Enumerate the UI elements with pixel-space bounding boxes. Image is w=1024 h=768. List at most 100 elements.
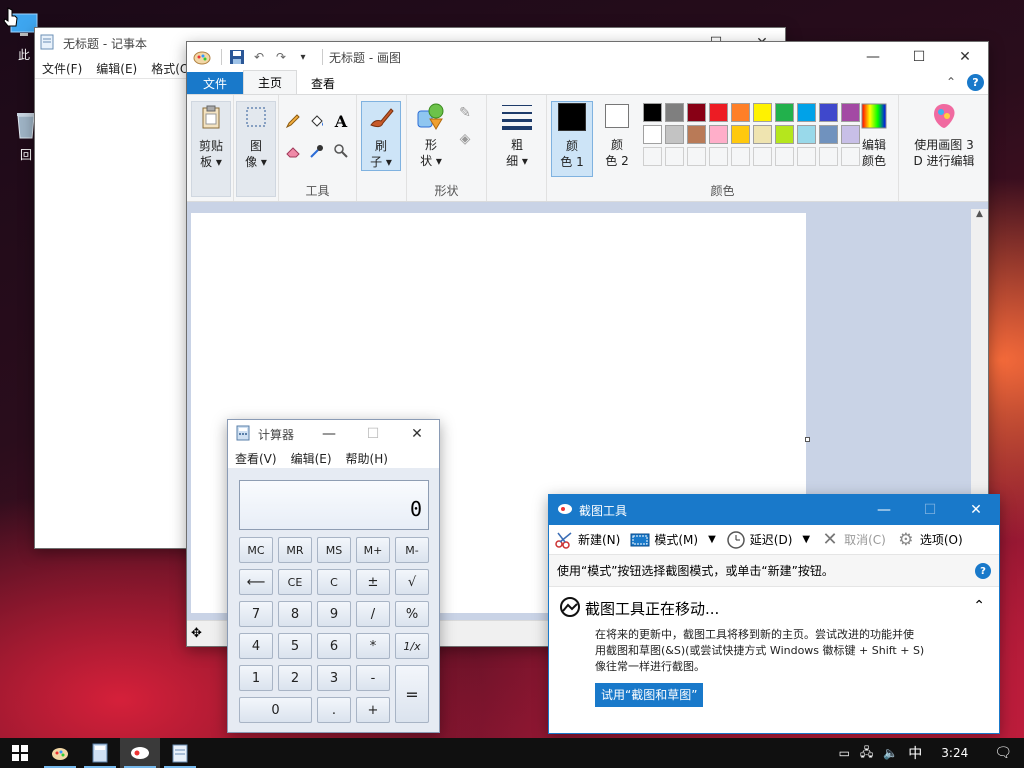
minimize-button[interactable]: — xyxy=(307,419,351,449)
mr-button[interactable]: MR xyxy=(278,537,312,563)
calculator-window[interactable]: 计算器 — ☐ ✕ 查看(V) 编辑(E) 帮助(H) 0 MC MR MS M… xyxy=(227,419,440,733)
decimal-button[interactable]: . xyxy=(317,697,351,723)
palette-swatch[interactable] xyxy=(753,125,772,144)
save-icon[interactable] xyxy=(228,48,246,66)
clock[interactable]: 3:24 xyxy=(927,746,982,760)
palette-swatch[interactable] xyxy=(775,125,794,144)
delay-dropdown-icon[interactable]: ▼ xyxy=(802,534,810,545)
digit-0-button[interactable]: 0 xyxy=(239,697,312,723)
mc-button[interactable]: MC xyxy=(239,537,273,563)
taskbar-notepad[interactable] xyxy=(160,738,200,768)
delay-button[interactable]: 延迟(D) ▼ xyxy=(721,525,815,555)
maximize-button[interactable]: ☐ xyxy=(351,419,395,449)
ce-button[interactable]: CE xyxy=(278,569,312,595)
outline-icon[interactable]: ✎ xyxy=(455,103,475,123)
help-icon[interactable]: ? xyxy=(967,74,984,91)
network-icon[interactable]: 🖧 xyxy=(855,743,878,764)
magnifier-icon[interactable] xyxy=(331,141,351,161)
menu-view[interactable]: 查看(V) xyxy=(228,450,284,467)
minimize-button[interactable]: — xyxy=(850,42,896,72)
digit-6-button[interactable]: 6 xyxy=(317,633,351,659)
options-button[interactable]: ⚙ 选项(O) xyxy=(891,525,968,555)
multiply-button[interactable]: * xyxy=(356,633,390,659)
maximize-button[interactable]: ☐ xyxy=(907,495,953,525)
color-picker-icon[interactable] xyxy=(307,141,327,161)
digit-4-button[interactable]: 4 xyxy=(239,633,273,659)
digit-3-button[interactable]: 3 xyxy=(317,665,351,691)
palette-swatch[interactable] xyxy=(775,103,794,122)
taskbar-calculator[interactable] xyxy=(80,738,120,768)
palette-swatch[interactable] xyxy=(797,103,816,122)
ms-button[interactable]: MS xyxy=(317,537,351,563)
digit-8-button[interactable]: 8 xyxy=(278,601,312,627)
palette-swatch[interactable] xyxy=(819,125,838,144)
pencil-icon[interactable] xyxy=(283,111,303,131)
resize-handle[interactable] xyxy=(805,437,810,442)
palette-swatch[interactable] xyxy=(643,103,662,122)
palette-swatch[interactable] xyxy=(753,147,772,166)
redo-icon[interactable]: ↷ xyxy=(272,48,290,66)
paint-titlebar[interactable]: ↶ ↷ ▾ 无标题 - 画图 — ☐ ✕ xyxy=(187,42,988,72)
calculator-titlebar[interactable]: 计算器 — ☐ ✕ xyxy=(228,420,439,448)
minimize-button[interactable]: — xyxy=(861,495,907,525)
subtract-button[interactable]: - xyxy=(356,665,390,691)
equals-button[interactable]: = xyxy=(395,665,429,723)
percent-button[interactable]: % xyxy=(395,601,429,627)
palette-swatch[interactable] xyxy=(687,147,706,166)
add-button[interactable]: + xyxy=(356,697,390,723)
fill-bucket-icon[interactable] xyxy=(307,111,327,131)
maximize-button[interactable]: ☐ xyxy=(896,42,942,72)
m-minus-button[interactable]: M- xyxy=(395,537,429,563)
battery-icon[interactable]: ▭ xyxy=(834,746,855,760)
taskbar-snipping-tool[interactable] xyxy=(120,738,160,768)
close-button[interactable]: ✕ xyxy=(953,495,999,525)
palette-swatch[interactable] xyxy=(731,103,750,122)
volume-icon[interactable]: 🔈 xyxy=(878,746,903,760)
palette-swatch[interactable] xyxy=(797,125,816,144)
brushes-button[interactable]: 刷 子 ▾ xyxy=(361,101,401,171)
ime-indicator[interactable]: 中 xyxy=(903,743,927,763)
palette-swatch[interactable] xyxy=(709,125,728,144)
c-button[interactable]: C xyxy=(317,569,351,595)
m-plus-button[interactable]: M+ xyxy=(356,537,390,563)
menu-file[interactable]: 文件(F) xyxy=(35,60,89,77)
palette-swatch[interactable] xyxy=(709,147,728,166)
snipping-tool-window[interactable]: 截图工具 — ☐ ✕ 新建(N) 模式(M) ▼ 延迟(D) ▼ ✕ 取消(C)… xyxy=(548,494,1000,734)
size-button[interactable]: 粗 细 ▾ xyxy=(497,101,537,197)
snipping-tool-titlebar[interactable]: 截图工具 — ☐ ✕ xyxy=(549,495,999,525)
eraser-icon[interactable] xyxy=(283,141,303,161)
menu-edit[interactable]: 编辑(E) xyxy=(89,60,144,77)
cancel-button[interactable]: ✕ 取消(C) xyxy=(815,525,891,555)
palette-swatch[interactable] xyxy=(687,103,706,122)
tab-view[interactable]: 查看 xyxy=(297,72,349,94)
mode-dropdown-icon[interactable]: ▼ xyxy=(708,534,716,545)
digit-2-button[interactable]: 2 xyxy=(278,665,312,691)
palette-swatch[interactable] xyxy=(753,103,772,122)
new-snip-button[interactable]: 新建(N) xyxy=(549,525,625,555)
plus-minus-button[interactable]: ± xyxy=(356,569,390,595)
reciprocal-button[interactable]: 1/x xyxy=(395,633,429,659)
help-icon[interactable]: ? xyxy=(975,563,991,579)
palette-swatch[interactable] xyxy=(643,147,662,166)
close-button[interactable]: ✕ xyxy=(942,42,988,72)
fill-icon[interactable]: ◈ xyxy=(455,129,475,149)
menu-help[interactable]: 帮助(H) xyxy=(339,450,395,467)
tab-home[interactable]: 主页 xyxy=(243,70,298,94)
try-snip-sketch-button[interactable]: 试用“截图和草图” xyxy=(595,683,704,707)
action-center-icon[interactable]: 🗨 xyxy=(982,745,1024,761)
image-button[interactable]: 图 像 ▾ xyxy=(236,101,276,197)
digit-5-button[interactable]: 5 xyxy=(278,633,312,659)
divide-button[interactable]: / xyxy=(356,601,390,627)
digit-1-button[interactable]: 1 xyxy=(239,665,273,691)
palette-swatch[interactable] xyxy=(687,125,706,144)
collapse-ribbon-icon[interactable]: ⌃ xyxy=(946,75,956,89)
digit-9-button[interactable]: 9 xyxy=(317,601,351,627)
quick-access-dropdown-icon[interactable]: ▾ xyxy=(294,48,312,66)
backspace-button[interactable]: ⟵ xyxy=(239,569,273,595)
palette-swatch[interactable] xyxy=(797,147,816,166)
tab-file[interactable]: 文件 xyxy=(187,72,244,94)
palette-swatch[interactable] xyxy=(665,147,684,166)
text-tool-icon[interactable]: A xyxy=(331,111,351,131)
palette-swatch[interactable] xyxy=(731,125,750,144)
clipboard-button[interactable]: 剪贴 板 ▾ xyxy=(191,101,231,197)
